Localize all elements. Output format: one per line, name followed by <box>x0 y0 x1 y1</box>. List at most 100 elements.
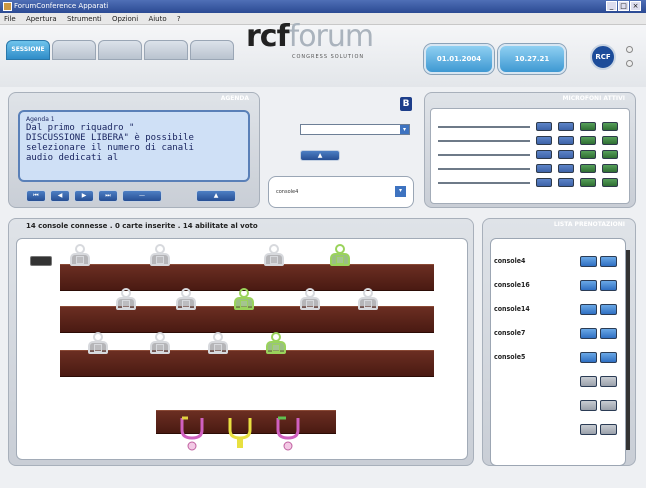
president-seat-1[interactable] <box>180 416 204 451</box>
mic-vote-button[interactable] <box>580 178 596 187</box>
rcf-badge[interactable]: RCF <box>590 44 616 70</box>
list-scrollbar[interactable] <box>626 250 630 450</box>
mic-on-button[interactable] <box>536 178 552 187</box>
mic-on-button[interactable] <box>536 164 552 173</box>
empty-remove-button <box>600 424 617 435</box>
logo-accent: forum <box>288 19 374 54</box>
menu-file[interactable]: File <box>4 15 16 23</box>
president-seats <box>180 416 300 451</box>
menu-apertura[interactable]: Apertura <box>26 15 57 23</box>
card-slot-icon <box>270 256 278 264</box>
mic-priority-button[interactable] <box>602 178 618 187</box>
first-item-button[interactable]: ⏮ <box>26 190 46 202</box>
delegate-seat[interactable] <box>86 332 110 360</box>
delegate-seat[interactable] <box>148 244 172 272</box>
empty-accept-button <box>580 376 597 387</box>
desk-row-1 <box>60 264 434 291</box>
card-slot-icon <box>156 256 164 264</box>
prev-item-button[interactable]: ◀ <box>50 190 70 202</box>
booking-accept-button[interactable] <box>580 328 597 339</box>
time-display[interactable]: 10.27.21 <box>498 44 566 74</box>
close-icon[interactable]: × <box>630 1 641 11</box>
tab-2[interactable] <box>52 40 96 60</box>
booking-accept-button[interactable] <box>580 304 597 315</box>
mode-dropdown-2[interactable]: ▾ <box>300 124 410 135</box>
chevron-down-icon: ▾ <box>400 125 409 134</box>
console-dropdown-value: console4 <box>276 189 299 195</box>
booking-remove-button[interactable] <box>600 352 617 363</box>
delegate-seat[interactable] <box>174 288 198 316</box>
card-slot-icon <box>306 300 314 308</box>
mic-vote-button[interactable] <box>580 122 596 131</box>
delegate-seat[interactable] <box>264 332 288 360</box>
agenda-line-1: Dal primo riquadro " <box>26 123 135 133</box>
delegate-seat[interactable] <box>206 332 230 360</box>
booking-remove-button[interactable] <box>600 280 617 291</box>
delegate-seat[interactable] <box>328 244 352 272</box>
console-dropdown[interactable]: console4 ▾ <box>274 186 406 199</box>
booking-list-title: LISTA PRENOTAZIONI <box>553 221 625 228</box>
last-item-button[interactable]: ⏭ <box>98 190 118 202</box>
app-window: ForumConference Apparati _ □ × File Aper… <box>0 0 646 488</box>
mic-priority-button[interactable] <box>602 164 618 173</box>
delegate-seat[interactable] <box>114 288 138 316</box>
booking-remove-button[interactable] <box>600 328 617 339</box>
booking-accept-button[interactable] <box>580 256 597 267</box>
mic-priority-button[interactable] <box>602 136 618 145</box>
card-slot-icon <box>214 344 222 352</box>
expand-button[interactable]: ▲ <box>300 150 340 161</box>
mic-on-button[interactable] <box>536 122 552 131</box>
mic-priority-button[interactable] <box>602 150 618 159</box>
president-seat-3[interactable] <box>276 416 300 451</box>
mode-dropdown-1[interactable] <box>300 100 392 111</box>
empty-accept-button <box>580 424 597 435</box>
mic-on-button[interactable] <box>536 136 552 145</box>
delegate-seat[interactable] <box>68 244 92 272</box>
active-mics-title: MICROFONI ATTIVI <box>562 95 625 102</box>
next-item-button[interactable]: ▶ <box>74 190 94 202</box>
booking-remove-button[interactable] <box>600 304 617 315</box>
mic-priority-button[interactable] <box>602 122 618 131</box>
president-seat-2[interactable] <box>228 418 252 448</box>
menu-help[interactable]: ? <box>177 15 181 23</box>
booking-accept-button[interactable] <box>580 280 597 291</box>
mic-off-button[interactable] <box>558 136 574 145</box>
tab-5[interactable] <box>190 40 234 60</box>
chevron-down-icon: ▾ <box>395 186 406 197</box>
mic-off-button[interactable] <box>558 150 574 159</box>
mic-vote-button[interactable] <box>580 164 596 173</box>
booking-remove-button[interactable] <box>600 256 617 267</box>
tab-4[interactable] <box>144 40 188 60</box>
booking-item-label: console4 <box>494 257 526 265</box>
agenda-line-2: DISCUSSIONE LIBERA" è possibile <box>26 133 194 143</box>
tab-sessione[interactable]: SESSIONE <box>6 40 50 60</box>
card-slot-icon <box>240 300 248 308</box>
edit-agenda-button[interactable]: — <box>122 190 162 202</box>
delegate-seat[interactable] <box>356 288 380 316</box>
mic-off-button[interactable] <box>558 164 574 173</box>
menu-aiuto[interactable]: Aiuto <box>148 15 166 23</box>
agenda-panel-title: AGENDA <box>220 95 249 102</box>
delegate-seat[interactable] <box>148 332 172 360</box>
menu-opzioni[interactable]: Opzioni <box>112 15 138 23</box>
app-icon <box>3 2 12 11</box>
booking-accept-button[interactable] <box>580 352 597 363</box>
mic-on-button[interactable] <box>536 150 552 159</box>
mode-indicator: B <box>400 97 412 111</box>
delegate-seat[interactable] <box>232 288 256 316</box>
menu-strumenti[interactable]: Strumenti <box>67 15 102 23</box>
eject-button[interactable]: ▲ <box>196 190 236 202</box>
mic-vote-button[interactable] <box>580 136 596 145</box>
mic-vote-button[interactable] <box>580 150 596 159</box>
room-toggle-button[interactable] <box>30 256 52 266</box>
seating-status: 14 console connesse . 0 carte inserite .… <box>26 222 258 230</box>
minimize-icon[interactable]: _ <box>606 1 617 11</box>
date-display[interactable]: 01.01.2004 <box>424 44 494 74</box>
mic-off-button[interactable] <box>558 122 574 131</box>
delegate-seat[interactable] <box>262 244 286 272</box>
logo-main: rcf <box>246 19 290 54</box>
tab-3[interactable] <box>98 40 142 60</box>
maximize-icon[interactable]: □ <box>618 1 629 11</box>
delegate-seat[interactable] <box>298 288 322 316</box>
mic-off-button[interactable] <box>558 178 574 187</box>
